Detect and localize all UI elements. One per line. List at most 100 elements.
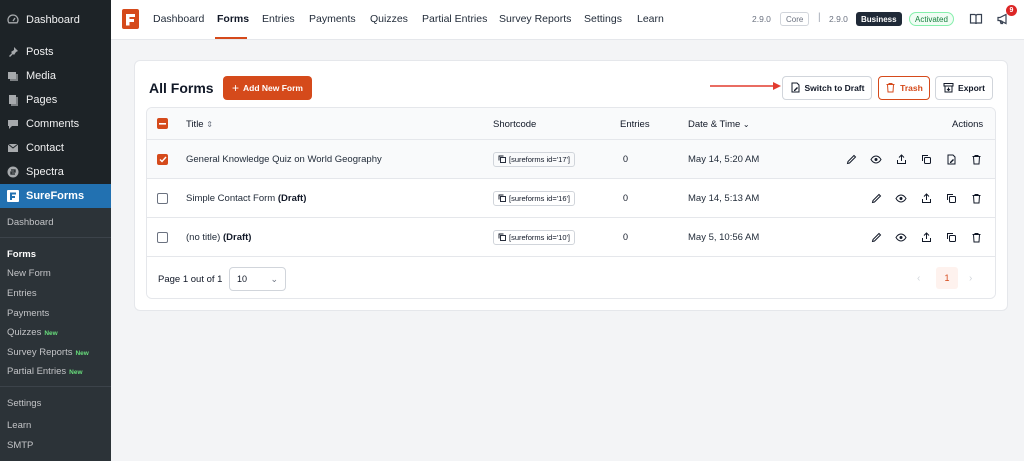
row-checkbox[interactable] bbox=[157, 232, 168, 243]
submenu-smtp[interactable]: SMTP bbox=[7, 440, 33, 451]
submenu-dashboard[interactable]: Dashboard bbox=[7, 217, 53, 228]
sureforms-submenu: Dashboard Forms New Form Entries Payment… bbox=[0, 208, 111, 461]
chevron-right-icon[interactable]: › bbox=[969, 273, 972, 284]
export-button[interactable]: Export bbox=[935, 76, 993, 100]
nav-forms[interactable]: Forms bbox=[217, 13, 249, 25]
nav-entries[interactable]: Entries bbox=[262, 13, 295, 25]
media-icon bbox=[6, 69, 20, 83]
nav-learn[interactable]: Learn bbox=[637, 13, 664, 25]
submenu-quizzes[interactable]: Quizzes New bbox=[7, 327, 58, 338]
submenu-partial-entries[interactable]: Partial Entries New bbox=[7, 366, 83, 377]
form-title[interactable]: General Knowledge Quiz on World Geograph… bbox=[186, 154, 382, 165]
sureforms-logo[interactable] bbox=[122, 9, 139, 29]
edit-icon[interactable] bbox=[869, 230, 883, 244]
shortcode-copy-button[interactable]: [sureforms id='10'] bbox=[493, 230, 576, 245]
submenu-forms[interactable]: Forms bbox=[7, 249, 36, 260]
page-info: Page 1 out of 1 bbox=[158, 274, 223, 285]
title-column-header[interactable]: Title ⇕ bbox=[186, 119, 213, 130]
shortcode-copy-button[interactable]: [sureforms id='17'] bbox=[493, 152, 576, 167]
submenu-payments[interactable]: Payments bbox=[7, 308, 49, 319]
row-checkbox[interactable] bbox=[157, 193, 168, 204]
table-row[interactable]: (no title) (Draft) [sureforms id='10'] 0… bbox=[147, 218, 995, 257]
submenu-label: Survey Reports bbox=[7, 347, 73, 358]
pagination-bar: Page 1 out of 1 10 ⌄ ‹ 1 › bbox=[147, 257, 995, 298]
row-checkbox[interactable] bbox=[157, 154, 168, 165]
notification-count-badge: 9 bbox=[1006, 5, 1017, 16]
mail-icon bbox=[6, 141, 20, 155]
date-header-label: Date & Time bbox=[688, 119, 741, 130]
add-new-form-button[interactable]: + Add New Form bbox=[223, 76, 312, 100]
copy-icon bbox=[498, 233, 506, 243]
submenu-entries[interactable]: Entries bbox=[7, 288, 37, 299]
pages-icon bbox=[6, 93, 20, 107]
per-page-select[interactable]: 10 ⌄ bbox=[229, 267, 286, 291]
page-number-button[interactable]: 1 bbox=[936, 267, 958, 289]
actions-column-header: Actions bbox=[952, 119, 984, 130]
chevron-down-icon: ⌄ bbox=[742, 120, 750, 129]
submenu-learn[interactable]: Learn bbox=[7, 420, 31, 431]
sidebar-item-spectra[interactable]: Spectra bbox=[0, 160, 111, 184]
view-icon[interactable] bbox=[869, 152, 883, 166]
nav-quizzes[interactable]: Quizzes bbox=[370, 13, 408, 25]
trash-icon[interactable] bbox=[969, 152, 983, 166]
view-icon[interactable] bbox=[894, 230, 908, 244]
select-all-checkbox[interactable] bbox=[157, 118, 168, 129]
book-icon[interactable] bbox=[969, 12, 983, 26]
forms-table: Title ⇕ Shortcode Entries Date & Time ⌄ … bbox=[146, 107, 996, 299]
table-row[interactable]: Simple Contact Form (Draft) [sureforms i… bbox=[147, 179, 995, 218]
page-title: All Forms bbox=[149, 80, 214, 96]
trash-button[interactable]: Trash bbox=[878, 76, 930, 100]
nav-payments[interactable]: Payments bbox=[309, 13, 356, 25]
switch-to-draft-label: Switch to Draft bbox=[804, 83, 865, 93]
sidebar-item-dashboard[interactable]: Dashboard bbox=[0, 8, 111, 32]
draft-file-icon[interactable] bbox=[944, 152, 958, 166]
switch-to-draft-button[interactable]: Switch to Draft bbox=[782, 76, 872, 100]
duplicate-icon[interactable] bbox=[944, 230, 958, 244]
sidebar-item-pages[interactable]: Pages bbox=[0, 88, 111, 112]
form-title[interactable]: Simple Contact Form (Draft) bbox=[186, 193, 306, 204]
sidebar-item-contact[interactable]: Contact bbox=[0, 136, 111, 160]
trash-icon[interactable] bbox=[969, 191, 983, 205]
submenu-survey-reports[interactable]: Survey Reports New bbox=[7, 347, 89, 358]
edit-icon[interactable] bbox=[844, 152, 858, 166]
all-forms-card: All Forms + Add New Form Switch to Draft… bbox=[134, 60, 1008, 311]
submenu-label: Partial Entries bbox=[7, 366, 67, 377]
duplicate-icon[interactable] bbox=[919, 152, 933, 166]
shortcode-text: [sureforms id='10'] bbox=[509, 233, 571, 242]
sidebar-item-label: Spectra bbox=[26, 166, 64, 178]
sidebar-item-media[interactable]: Media bbox=[0, 64, 111, 88]
core-version: 2.9.0 bbox=[752, 14, 771, 24]
nav-dashboard[interactable]: Dashboard bbox=[153, 13, 204, 25]
view-icon[interactable] bbox=[894, 191, 908, 205]
sidebar-item-label: Dashboard bbox=[26, 14, 80, 26]
nav-survey-reports[interactable]: Survey Reports bbox=[499, 13, 571, 25]
table-row[interactable]: General Knowledge Quiz on World Geograph… bbox=[147, 140, 995, 179]
date-column-header[interactable]: Date & Time ⌄ bbox=[688, 119, 750, 130]
export-icon bbox=[943, 82, 954, 95]
chevron-left-icon[interactable]: ‹ bbox=[917, 273, 920, 284]
annotation-arrow bbox=[710, 82, 781, 90]
entries-count: 0 bbox=[623, 232, 629, 242]
spectra-icon bbox=[6, 165, 20, 179]
row-actions bbox=[869, 191, 983, 205]
edit-icon[interactable] bbox=[869, 191, 883, 205]
pin-icon bbox=[6, 45, 20, 59]
nav-settings[interactable]: Settings bbox=[584, 13, 622, 25]
nav-partial-entries[interactable]: Partial Entries bbox=[422, 13, 487, 25]
sidebar-item-posts[interactable]: Posts bbox=[0, 40, 111, 64]
trash-icon[interactable] bbox=[969, 230, 983, 244]
share-icon[interactable] bbox=[894, 152, 908, 166]
copy-icon bbox=[498, 155, 506, 165]
shortcode-copy-button[interactable]: [sureforms id='16'] bbox=[493, 191, 576, 206]
submenu-settings[interactable]: Settings bbox=[7, 398, 41, 409]
sidebar-item-sureforms[interactable]: SureForms bbox=[0, 184, 111, 208]
draft-label: (Draft) bbox=[222, 232, 252, 243]
submenu-new-form[interactable]: New Form bbox=[7, 268, 51, 279]
sidebar-item-comments[interactable]: Comments bbox=[0, 112, 111, 136]
sureforms-icon bbox=[6, 189, 20, 203]
share-icon[interactable] bbox=[919, 230, 933, 244]
share-icon[interactable] bbox=[919, 191, 933, 205]
form-title[interactable]: (no title) (Draft) bbox=[186, 232, 251, 243]
row-actions bbox=[869, 230, 983, 244]
duplicate-icon[interactable] bbox=[944, 191, 958, 205]
